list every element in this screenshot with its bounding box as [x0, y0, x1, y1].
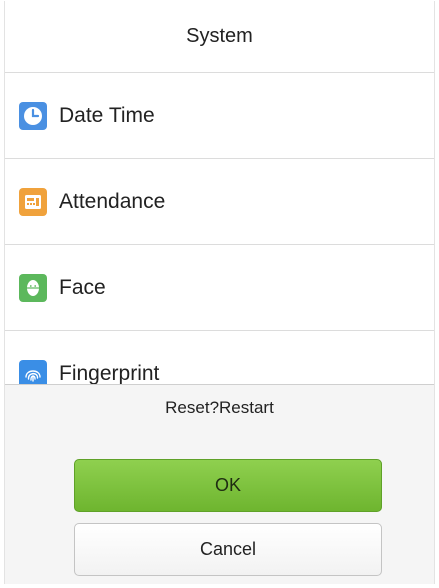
menu-item-attendance[interactable]: Attendance [5, 159, 434, 245]
menu-item-label: Fingerprint [59, 361, 160, 385]
attendance-icon [19, 187, 47, 216]
fingerprint-icon [19, 359, 47, 384]
menu-item-label: Face [59, 275, 106, 299]
menu-item-label: Date Time [59, 103, 155, 127]
menu-item-face[interactable]: Face [5, 245, 434, 331]
page-title: System [5, 1, 434, 73]
confirm-dialog: Reset?Restart OK Cancel [5, 384, 434, 584]
menu-item-label: Attendance [59, 189, 166, 213]
cancel-button[interactable]: Cancel [74, 523, 382, 576]
menu-item-date-time[interactable]: Date Time [5, 73, 434, 159]
system-screen: System Date Time Attendance Face Fingerp… [4, 1, 435, 584]
menu-item-fingerprint[interactable]: Fingerprint [5, 331, 434, 384]
clock-icon [19, 101, 47, 130]
face-icon [19, 273, 47, 302]
system-menu: Date Time Attendance Face Fingerprint [5, 73, 434, 384]
dialog-message: Reset?Restart [165, 398, 274, 417]
ok-button[interactable]: OK [74, 459, 382, 512]
